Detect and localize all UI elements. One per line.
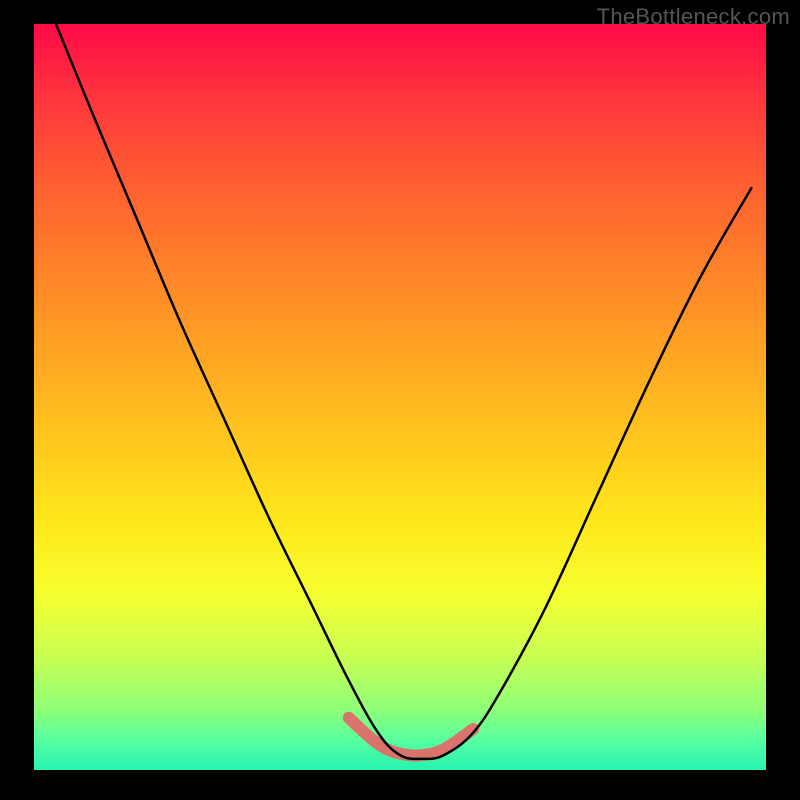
watermark-text: TheBottleneck.com xyxy=(597,4,790,30)
chart-frame: TheBottleneck.com xyxy=(0,0,800,800)
plot-area xyxy=(34,24,766,770)
bottleneck-curve xyxy=(56,24,751,759)
chart-svg xyxy=(34,24,766,770)
